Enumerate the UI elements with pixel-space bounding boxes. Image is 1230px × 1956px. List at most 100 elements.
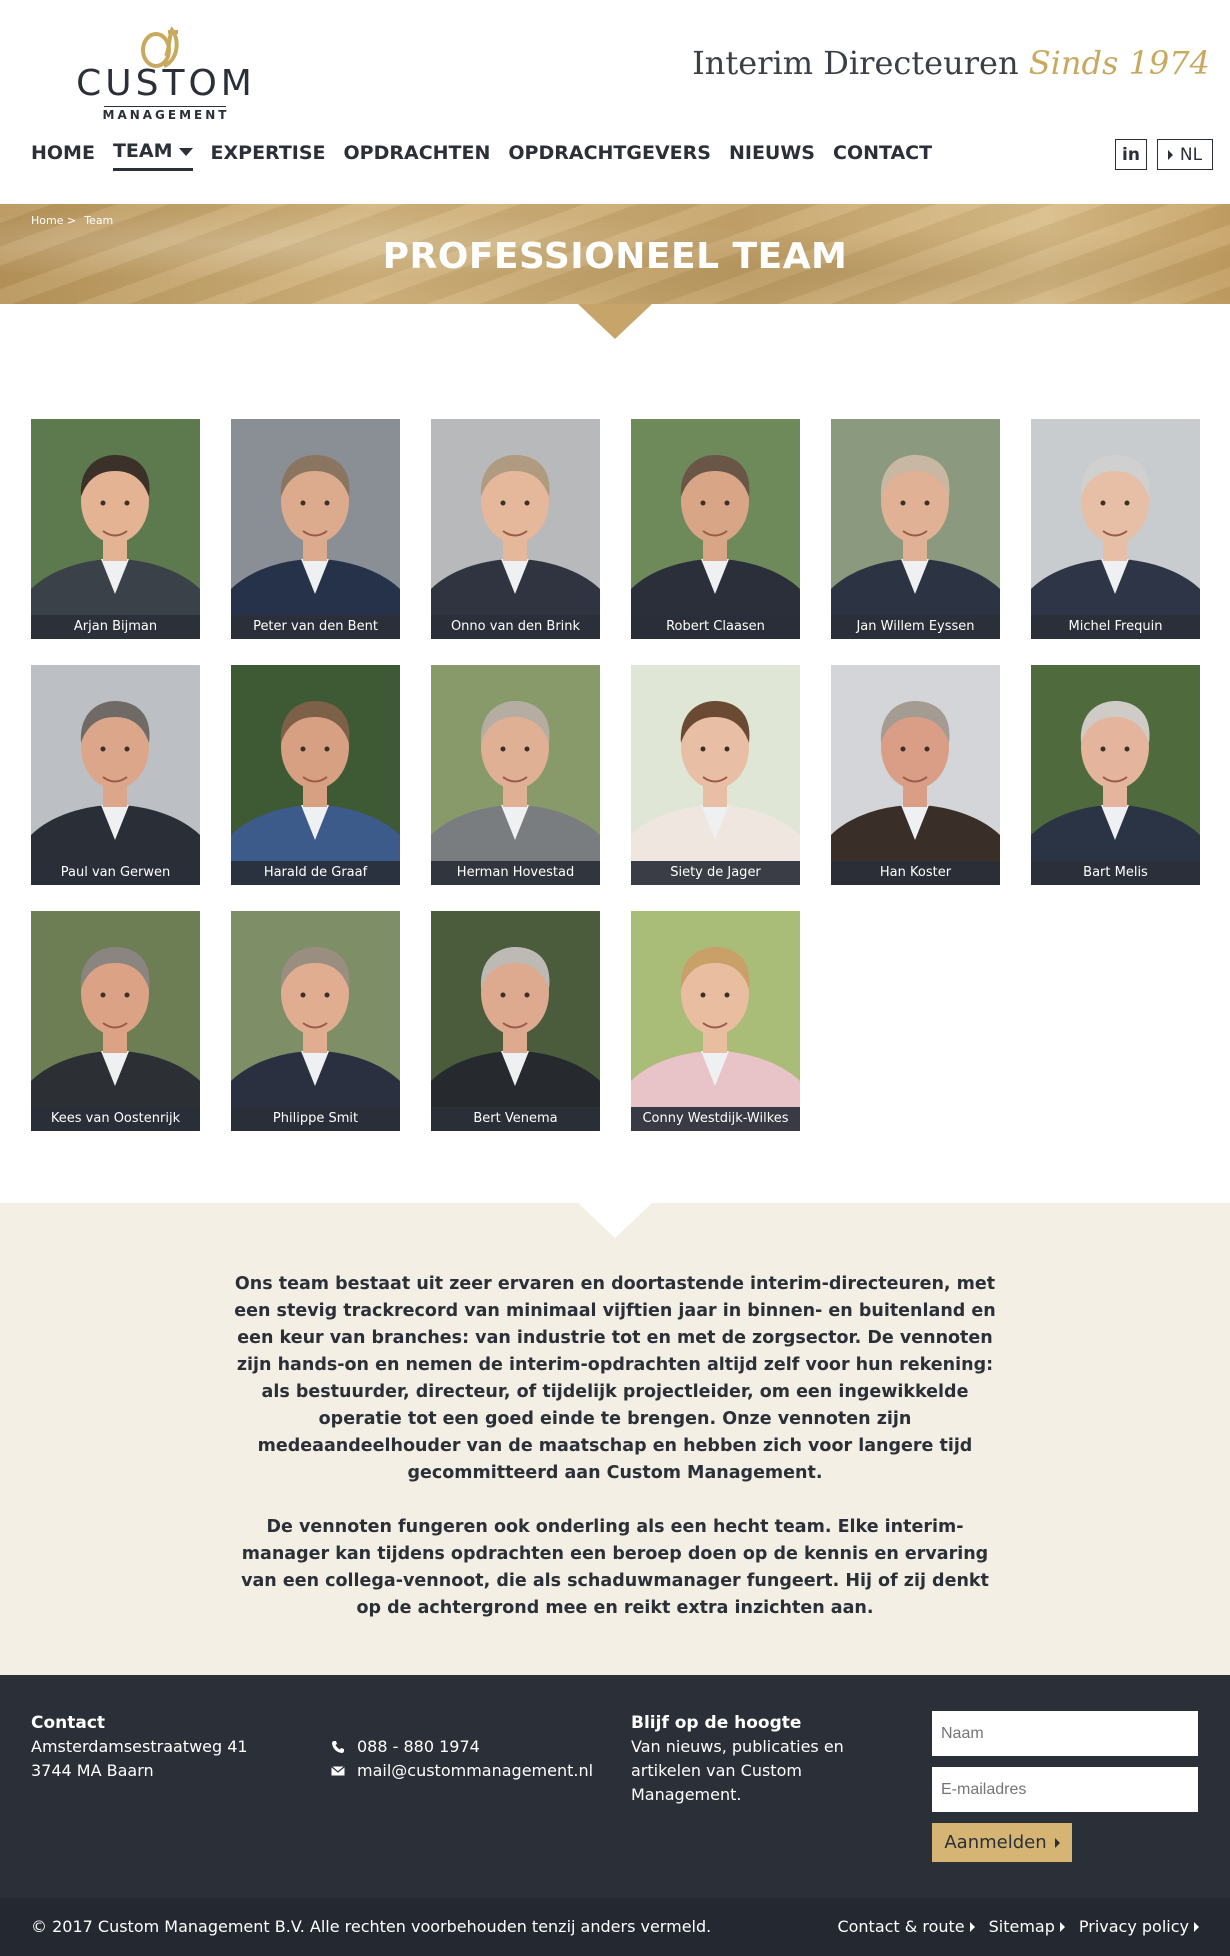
team-member-card[interactable]: Paul van Gerwen [31,665,200,885]
footer-phone-row[interactable]: 088 - 880 1974 [331,1735,593,1759]
team-member-name: Onno van den Brink [431,615,600,639]
header-tagline: Interim Directeuren Sinds 1974 [692,44,1210,82]
footer-contact-title: Contact [31,1713,106,1733]
team-member-card[interactable]: Bart Melis [1031,665,1200,885]
team-member-card[interactable]: Philippe Smit [231,911,400,1131]
site-logo[interactable]: CUSTOM MANAGEMENT [74,26,258,122]
footer-link-sitemap[interactable]: Sitemap [989,1917,1065,1936]
team-member-photo [431,665,600,885]
linkedin-icon[interactable]: in [1115,139,1147,170]
breadcrumb: Home > Team [31,214,113,227]
team-member-name: Siety de Jager [631,861,800,885]
intro-paragraph-1: Ons team bestaat uit zeer ervaren en doo… [234,1274,996,1483]
footer-email-row[interactable]: mail@custommanagement.nl [331,1759,593,1783]
newsletter-submit-button[interactable]: Aanmelden [932,1823,1072,1862]
mail-icon [331,1766,345,1776]
team-member-photo [831,419,1000,639]
nav-team-label: TEAM [112,140,173,162]
breadcrumb-home[interactable]: Home > [31,214,76,227]
footer-links: Contact & route Sitemap Privacy policy [837,1917,1199,1936]
footer-reach: 088 - 880 1974 mail@custommanagement.nl [331,1735,593,1783]
footer-link-label: Privacy policy [1078,1917,1189,1936]
team-member-name: Michel Frequin [1031,615,1200,639]
team-member-card[interactable]: Jan Willem Eyssen [831,419,1000,639]
nav-contact[interactable]: CONTACT [833,142,932,170]
team-member-card[interactable]: Han Koster [831,665,1000,885]
team-member-name: Jan Willem Eyssen [831,615,1000,639]
team-intro-text: Ons team bestaat uit zeer ervaren en doo… [229,1271,1001,1622]
team-member-name: Philippe Smit [231,1107,400,1131]
main-nav: HOME TEAM EXPERTISE OPDRACHTEN OPDRACHTG… [31,140,932,171]
footer-address-line2: 3744 MA Baarn [31,1761,154,1780]
nav-home[interactable]: HOME [31,142,95,170]
footer-link-label: Sitemap [988,1917,1055,1936]
submit-label: Aanmelden [944,1832,1047,1853]
team-member-card[interactable]: Kees van Oostenrijk [31,911,200,1131]
team-member-photo [31,911,200,1131]
page-banner: Home > Team PROFESSIONEEL TEAM [0,204,1230,304]
newsletter-title: Blijf op de hoogte [631,1713,802,1733]
footer-contact: Contact Amsterdamsestraatweg 41 3744 MA … [31,1711,248,1783]
page-title: PROFESSIONEEL TEAM [382,236,848,277]
language-label: NL [1179,144,1203,165]
team-member-name: Kees van Oostenrijk [31,1107,200,1131]
team-member-name: Herman Hovestad [431,861,600,885]
caret-right-icon [1054,1837,1060,1848]
copyright: © 2017 Custom Management B.V. Alle recht… [31,1917,712,1936]
team-intro-section: Ons team bestaat uit zeer ervaren en doo… [0,1203,1230,1675]
newsletter-name-input[interactable] [932,1711,1198,1756]
footer-phone: 088 - 880 1974 [357,1737,480,1756]
team-member-photo [631,665,800,885]
team-member-photo [231,419,400,639]
team-member-card[interactable]: Harald de Graaf [231,665,400,885]
caret-right-icon [969,1921,975,1932]
footer-email: mail@custommanagement.nl [357,1761,594,1780]
phone-icon [332,1741,344,1753]
team-member-name: Peter van den Bent [231,615,400,639]
caret-right-icon [1194,1921,1199,1932]
team-member-photo [31,665,200,885]
team-member-name: Bert Venema [431,1107,600,1131]
team-member-card[interactable]: Siety de Jager [631,665,800,885]
footer-link-contact-route[interactable]: Contact & route [837,1917,975,1936]
team-member-name: Paul van Gerwen [31,861,200,885]
logo-divider [104,106,226,107]
language-switch[interactable]: NL [1157,139,1213,170]
team-member-name: Robert Claasen [631,615,800,639]
team-member-name: Han Koster [831,861,1000,885]
banner-pointer [578,304,652,339]
nav-expertise[interactable]: EXPERTISE [211,142,326,170]
team-member-card[interactable]: Herman Hovestad [431,665,600,885]
team-member-photo [631,419,800,639]
team-member-photo [1031,665,1200,885]
intro-paragraph-2: De vennoten fungeren ook onderling als e… [241,1517,989,1618]
team-member-name: Bart Melis [1031,861,1200,885]
team-member-photo [431,419,600,639]
team-member-photo [231,665,400,885]
team-member-card[interactable]: Onno van den Brink [431,419,600,639]
tagline-main: Interim Directeuren [692,44,1019,82]
newsletter-email-input[interactable] [932,1767,1198,1812]
site-header: CUSTOM MANAGEMENT Interim Directeuren Si… [0,0,1230,204]
caret-right-icon [1167,149,1173,160]
tagline-since: Sinds 1974 [1028,44,1210,82]
team-member-photo [1031,419,1200,639]
logo-subtitle: MANAGEMENT [102,108,230,122]
team-member-card[interactable]: Conny Westdijk-Wilkes [631,911,800,1131]
team-member-card[interactable]: Bert Venema [431,911,600,1131]
team-member-card[interactable]: Peter van den Bent [231,419,400,639]
team-member-photo [231,911,400,1131]
team-member-card[interactable]: Michel Frequin [1031,419,1200,639]
nav-team[interactable]: TEAM [112,140,193,171]
intro-pointer [578,1203,652,1238]
site-footer: Contact Amsterdamsestraatweg 41 3744 MA … [0,1675,1230,1956]
nav-opdrachten[interactable]: OPDRACHTEN [344,142,491,170]
caret-right-icon [1059,1921,1065,1932]
team-member-card[interactable]: Arjan Bijman [31,419,200,639]
footer-link-privacy[interactable]: Privacy policy [1079,1917,1199,1936]
logo-wordmark: CUSTOM [76,63,256,104]
team-member-card[interactable]: Robert Claasen [631,419,800,639]
nav-nieuws[interactable]: NIEUWS [729,142,815,170]
nav-opdrachtgevers[interactable]: OPDRACHTGEVERS [508,142,711,170]
team-member-name: Harald de Graaf [231,861,400,885]
